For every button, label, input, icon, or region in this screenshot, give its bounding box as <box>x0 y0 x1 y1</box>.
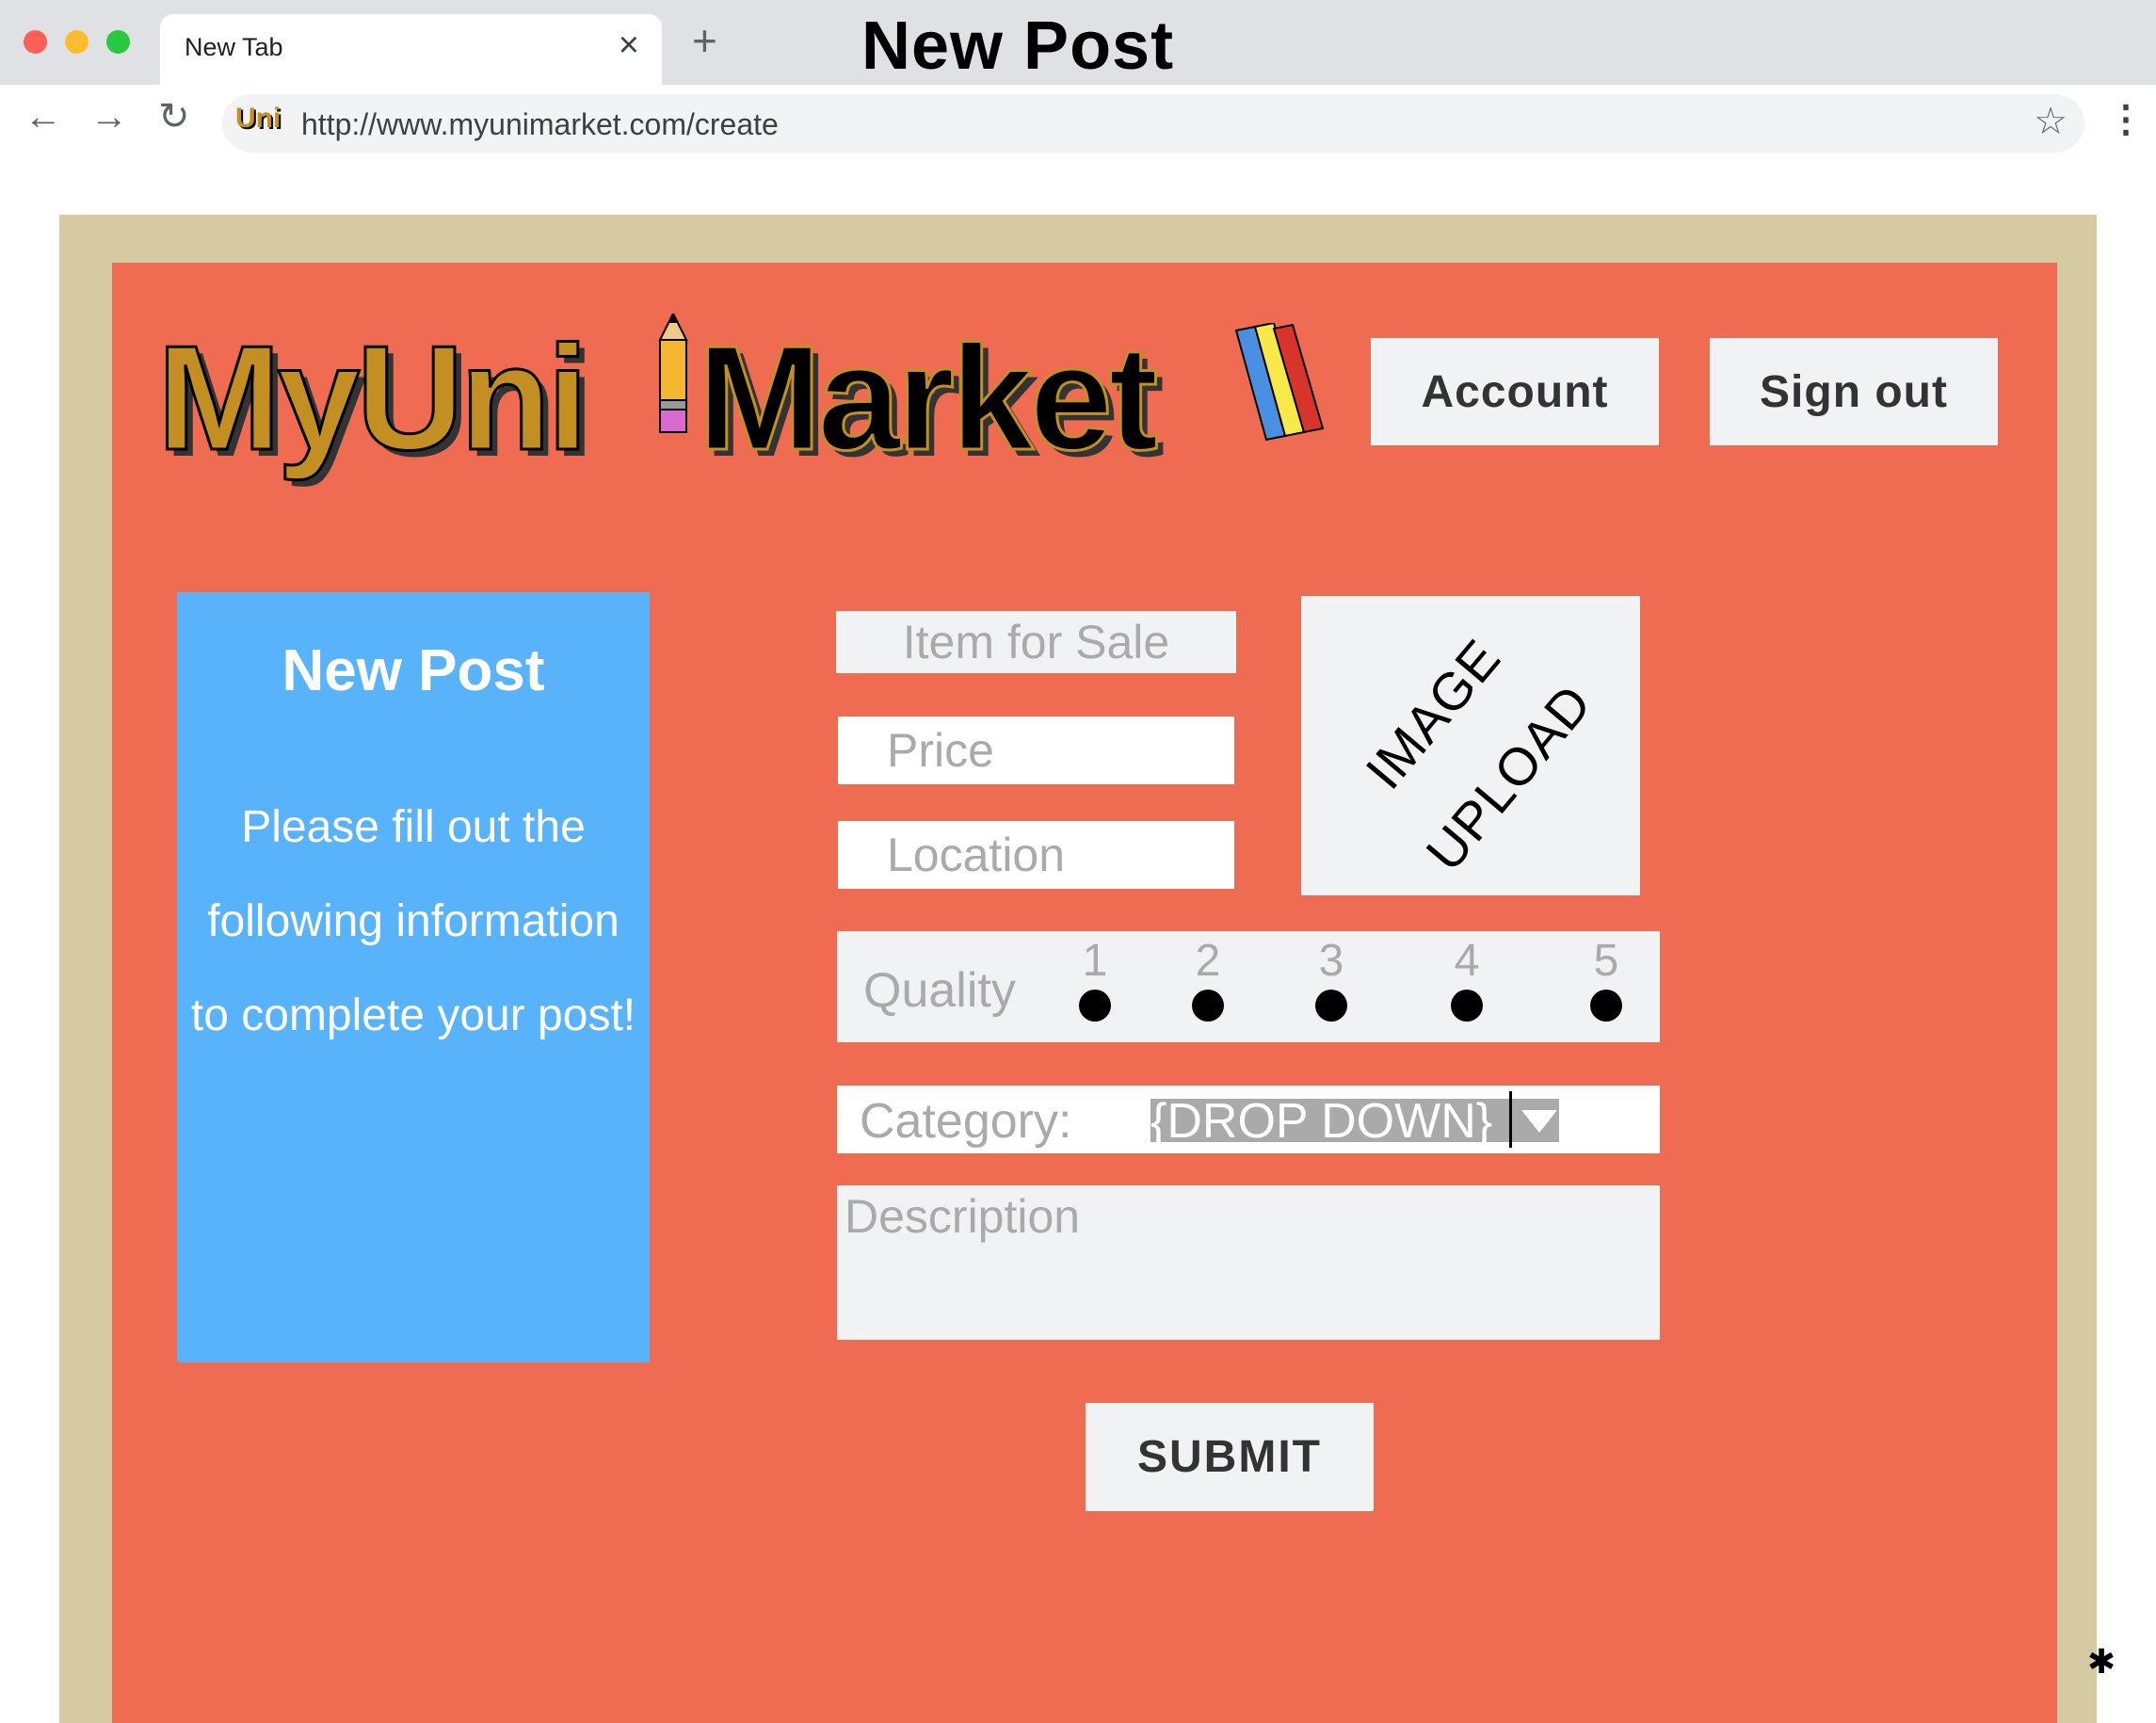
quality-option-5[interactable]: 5 <box>1578 939 1634 1022</box>
quality-number: 5 <box>1593 936 1619 986</box>
price-field[interactable] <box>838 717 1234 784</box>
browser-tab[interactable]: New Tab × <box>160 14 662 85</box>
forward-arrow-icon[interactable]: → <box>90 98 128 136</box>
radio-dot-icon[interactable] <box>1590 990 1622 1022</box>
window-title: New Post <box>861 8 1175 84</box>
category-label: Category: <box>860 1094 1072 1149</box>
pencil-icon <box>658 314 688 433</box>
quality-rating: Quality 1 2 3 4 5 <box>837 931 1660 1042</box>
category-field: Category: {DROP DOWN} <box>837 1086 1660 1153</box>
close-tab-icon[interactable]: × <box>619 25 639 66</box>
quality-number: 2 <box>1195 936 1221 986</box>
description-field[interactable] <box>837 1185 1660 1340</box>
radio-dot-icon[interactable] <box>1079 990 1111 1022</box>
quality-option-3[interactable]: 3 <box>1303 939 1360 1022</box>
back-arrow-icon[interactable]: ← <box>24 98 62 136</box>
category-dropdown[interactable]: {DROP DOWN} <box>1150 1091 1559 1149</box>
quality-option-1[interactable]: 1 <box>1067 939 1123 1022</box>
books-icon <box>1234 323 1325 442</box>
sign-out-button[interactable]: Sign out <box>1710 338 1998 445</box>
browser-tab-bar: New Tab × + New Post <box>0 0 2156 85</box>
radio-dot-icon[interactable] <box>1451 990 1483 1022</box>
item-for-sale-input[interactable] <box>836 611 1236 673</box>
info-card-text: Please fill out the following informatio… <box>190 802 636 1040</box>
maximize-window-button[interactable] <box>106 30 130 54</box>
bookmark-star-icon[interactable]: ☆ <box>2034 100 2068 143</box>
logo-text-myuni: MyUni <box>156 314 590 483</box>
account-button[interactable]: Account <box>1371 338 1659 445</box>
tab-title: New Tab <box>185 33 283 61</box>
browser-toolbar: ← → ↻ Uni http://www.myunimarket.com/cre… <box>0 85 2156 160</box>
logo[interactable]: MyUni Market <box>156 314 1343 502</box>
url-text[interactable]: http://www.myunimarket.com/create <box>301 107 779 142</box>
image-upload-area[interactable]: IMAGE UPLOAD <box>1301 596 1640 895</box>
reload-icon[interactable]: ↻ <box>158 98 190 136</box>
image-upload-label: IMAGE UPLOAD <box>1301 596 1640 895</box>
address-bar[interactable]: Uni http://www.myunimarket.com/create ☆ <box>222 94 2084 153</box>
quality-option-4[interactable]: 4 <box>1439 939 1495 1022</box>
quality-number: 1 <box>1082 936 1108 986</box>
info-card: New Post Please fill out the following i… <box>177 592 650 1362</box>
radio-dot-icon[interactable] <box>1315 990 1347 1022</box>
text-cursor <box>1509 1091 1512 1148</box>
location-input[interactable] <box>838 821 1234 889</box>
quality-label: Quality <box>863 963 1016 1018</box>
category-dropdown-value: {DROP DOWN} <box>1150 1094 1493 1149</box>
chevron-down-icon[interactable] <box>1521 1110 1557 1133</box>
quality-number: 3 <box>1318 936 1344 986</box>
gear-icon[interactable]: ✱ <box>2087 1642 2116 1682</box>
logo-text-market: Market <box>696 314 1159 483</box>
quality-option-2[interactable]: 2 <box>1180 939 1236 1022</box>
minimize-window-button[interactable] <box>65 30 88 54</box>
browser-menu-icon[interactable]: ⋮ <box>2107 98 2145 141</box>
price-input[interactable] <box>838 717 1234 784</box>
item-for-sale-field[interactable] <box>836 611 1236 673</box>
close-window-button[interactable] <box>24 30 47 54</box>
submit-button[interactable]: SUBMIT <box>1086 1403 1374 1511</box>
info-card-title: New Post <box>282 638 545 703</box>
page-content: MyUni Market Account Sign out New Post P… <box>112 263 2057 1723</box>
quality-number: 4 <box>1454 936 1480 986</box>
site-favicon-icon: Uni <box>235 103 282 134</box>
location-field[interactable] <box>838 821 1234 889</box>
new-tab-icon[interactable]: + <box>692 19 717 62</box>
radio-dot-icon[interactable] <box>1192 990 1224 1022</box>
description-input[interactable] <box>837 1185 1660 1340</box>
